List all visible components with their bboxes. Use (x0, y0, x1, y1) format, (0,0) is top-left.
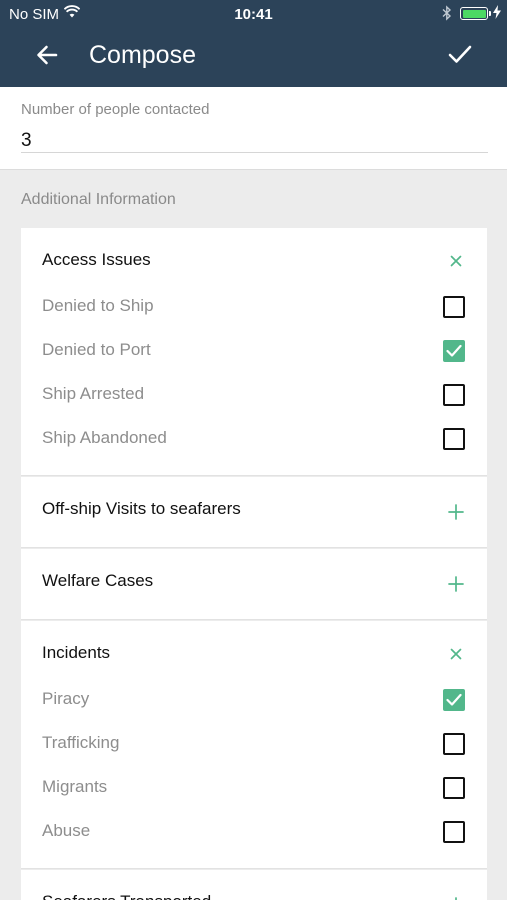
checkmark-icon (446, 344, 462, 357)
bluetooth-icon (442, 5, 452, 25)
option-label: Piracy (42, 689, 90, 708)
option-label: Ship Abandoned (42, 428, 167, 447)
checkmark-icon (446, 693, 462, 706)
expand-plus-icon[interactable] (445, 894, 467, 900)
people-contacted-label: Number of people contacted (21, 101, 210, 118)
option-label: Denied to Port (42, 340, 151, 359)
ship-arrested-checkbox[interactable] (443, 384, 465, 406)
people-contacted-field: Number of people contacted (0, 87, 507, 170)
section-incidents-header[interactable]: Incidents (21, 621, 487, 681)
section-title: Welfare Cases (42, 571, 154, 590)
back-arrow-icon[interactable] (36, 44, 58, 71)
section-title: Seafarers Transported (42, 892, 211, 900)
option-label: Trafficking (42, 733, 120, 752)
option-label: Migrants (42, 777, 108, 796)
section-welfare-cases-header[interactable]: Welfare Cases (21, 549, 487, 609)
option-label: Abuse (42, 821, 91, 840)
additional-info-heading: Additional Information (21, 191, 176, 208)
collapse-icon[interactable] (445, 643, 467, 665)
section-incidents: Incidents Piracy Trafficking Migrants Ab… (21, 621, 487, 869)
trafficking-checkbox[interactable] (443, 733, 465, 755)
piracy-checkbox[interactable] (443, 689, 465, 711)
confirm-check-icon[interactable] (448, 44, 472, 69)
migrants-checkbox[interactable] (443, 777, 465, 799)
section-welfare-cases: Welfare Cases (21, 549, 487, 620)
section-seafarers-transported: Seafarers Transported (21, 870, 487, 900)
option-label: Denied to Ship (42, 296, 154, 315)
collapse-icon[interactable] (445, 250, 467, 272)
ship-abandoned-checkbox[interactable] (443, 428, 465, 450)
battery-icon (460, 7, 488, 20)
option-label: Ship Arrested (42, 384, 145, 403)
section-off-ship-visits: Off-ship Visits to seafarers (21, 477, 487, 548)
people-contacted-input[interactable] (21, 129, 488, 153)
denied-to-ship-checkbox[interactable] (443, 296, 465, 318)
abuse-checkbox[interactable] (443, 821, 465, 843)
section-access-issues: Access Issues Denied to Ship Denied to P… (21, 228, 487, 476)
expand-plus-icon[interactable] (445, 573, 467, 595)
clock: 10:41 (234, 6, 273, 23)
header: No SIM 10:41 Compose (0, 0, 507, 87)
section-title: Incidents (42, 643, 111, 662)
charging-icon (493, 5, 501, 23)
page-title: Compose (89, 41, 196, 69)
expand-plus-icon[interactable] (445, 501, 467, 523)
status-bar: No SIM 10:41 (0, 0, 507, 28)
battery-tip (489, 11, 491, 16)
section-title: Off-ship Visits to seafarers (42, 499, 241, 518)
section-off-ship-visits-header[interactable]: Off-ship Visits to seafarers (21, 477, 487, 537)
section-title: Access Issues (42, 250, 151, 269)
section-access-issues-header[interactable]: Access Issues (21, 228, 487, 288)
denied-to-port-checkbox[interactable] (443, 340, 465, 362)
section-seafarers-transported-header[interactable]: Seafarers Transported (21, 870, 487, 900)
